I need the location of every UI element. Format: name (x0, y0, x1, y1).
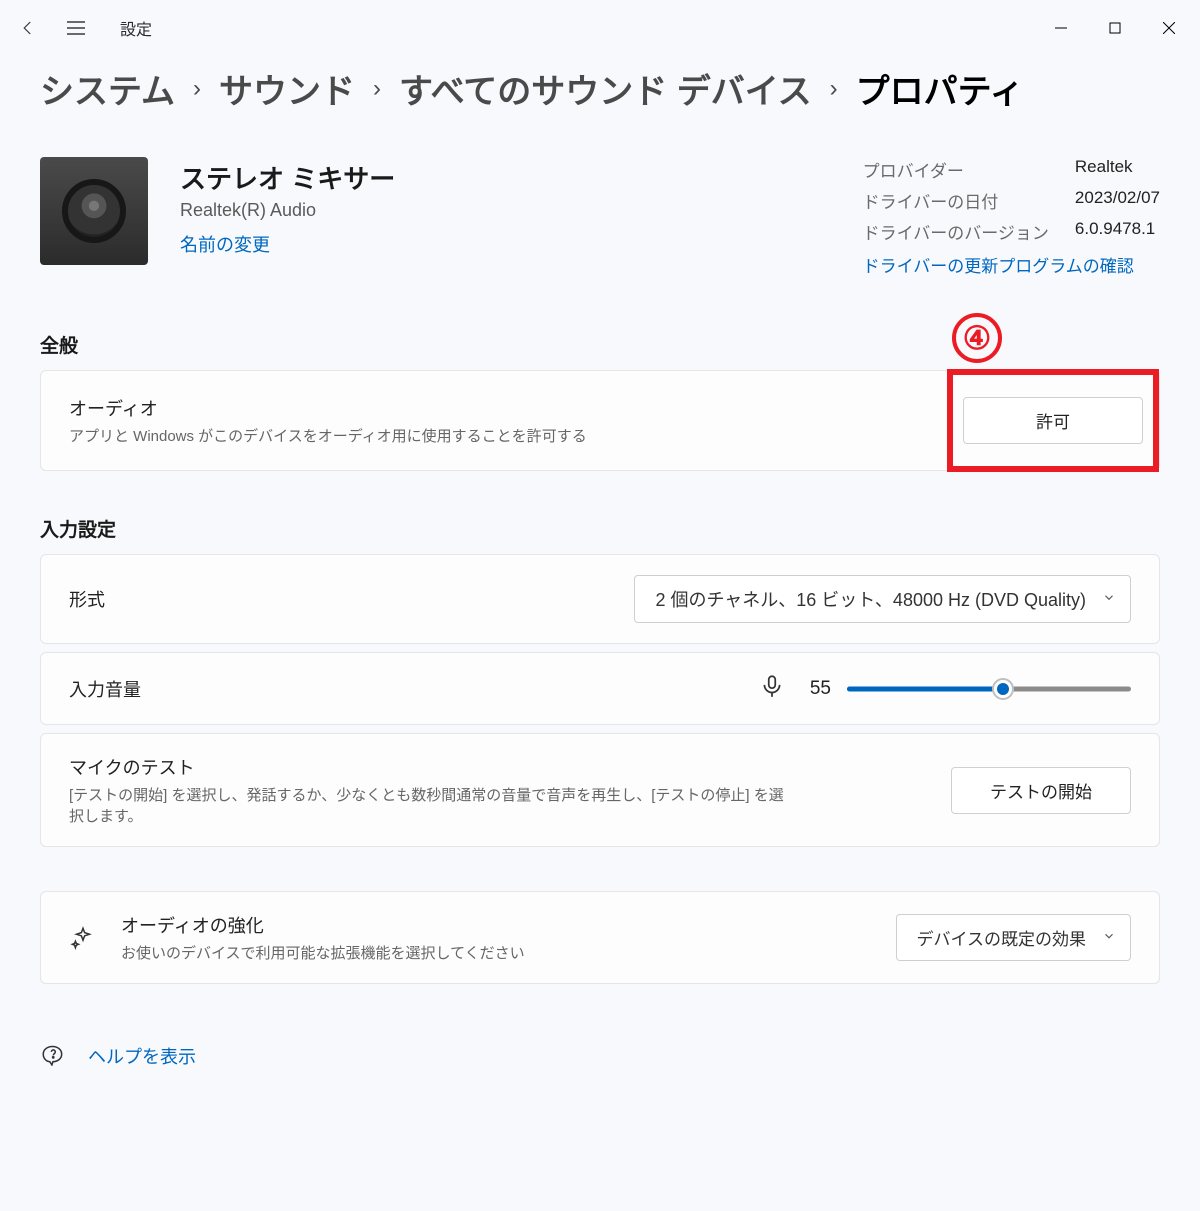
breadcrumb-all-devices[interactable]: すべてのサウンド デバイス (399, 64, 812, 113)
audio-enhance-card: オーディオの強化 お使いのデバイスで利用可能な拡張機能を選択してください デバイ… (40, 891, 1160, 984)
breadcrumb: システム › サウンド › すべてのサウンド デバイス › プロパティ (40, 64, 1160, 113)
audio-enhance-selected: デバイスの既定の効果 (917, 930, 1087, 949)
audio-enhance-desc: お使いのデバイスで利用可能な拡張機能を選択してください (121, 942, 872, 963)
annotation-highlight-box: 許可 (947, 369, 1159, 472)
minimize-button[interactable] (1034, 4, 1088, 52)
format-select[interactable]: 2 個のチャネル、16 ビット、48000 Hz (DVD Quality) (634, 575, 1131, 623)
mic-test-title: マイクのテスト (69, 754, 927, 780)
chevron-right-icon: › (193, 75, 201, 103)
help-link[interactable]: ヘルプを表示 (88, 1043, 196, 1069)
menu-button[interactable] (52, 4, 100, 52)
input-volume-card: 入力音量 55 (40, 652, 1160, 725)
chevron-right-icon: › (373, 75, 381, 103)
input-volume-title: 入力音量 (69, 676, 735, 702)
maximize-button[interactable] (1088, 4, 1142, 52)
driver-info: プロバイダー Realtek ドライバーの日付 2023/02/07 ドライバー… (863, 157, 1160, 277)
driver-provider-value: Realtek (1075, 157, 1160, 182)
audio-enhance-title: オーディオの強化 (121, 912, 872, 938)
audio-allow-card: オーディオ アプリと Windows がこのデバイスをオーディオ用に使用すること… (40, 370, 1160, 471)
section-input-settings: 入力設定 (40, 515, 1160, 542)
mic-test-card: マイクのテスト [テストの開始] を選択し、発話するか、少なくとも数秒間通常の音… (40, 733, 1160, 847)
breadcrumb-sound[interactable]: サウンド (219, 64, 355, 113)
input-volume-value: 55 (801, 678, 831, 700)
driver-date-label: ドライバーの日付 (863, 188, 1049, 213)
audio-card-title: オーディオ (69, 395, 933, 421)
format-card: 形式 2 個のチャネル、16 ビット、48000 Hz (DVD Quality… (40, 554, 1160, 644)
device-subtitle: Realtek(R) Audio (180, 200, 863, 221)
start-test-button[interactable]: テストの開始 (951, 767, 1131, 814)
format-title: 形式 (69, 586, 610, 612)
window-controls (1034, 4, 1196, 52)
device-speaker-icon (40, 157, 148, 265)
driver-version-label: ドライバーのバージョン (863, 219, 1049, 244)
window-title: 設定 (120, 16, 152, 40)
rename-link[interactable]: 名前の変更 (180, 231, 863, 257)
driver-date-value: 2023/02/07 (1075, 188, 1160, 213)
help-icon (40, 1040, 66, 1071)
driver-update-link[interactable]: ドライバーの更新プログラムの確認 (863, 252, 1160, 277)
chevron-down-icon (1102, 589, 1116, 610)
allow-button[interactable]: 許可 (963, 397, 1143, 444)
chevron-right-icon: › (830, 75, 838, 103)
device-name: ステレオ ミキサー (180, 159, 863, 196)
back-button[interactable] (4, 4, 52, 52)
device-header: ステレオ ミキサー Realtek(R) Audio 名前の変更 プロバイダー … (40, 157, 1160, 277)
driver-provider-label: プロバイダー (863, 157, 1049, 182)
input-volume-slider[interactable] (847, 677, 1131, 701)
chevron-down-icon (1102, 928, 1116, 948)
audio-card-desc: アプリと Windows がこのデバイスをオーディオ用に使用することを許可する (69, 425, 933, 446)
annotation-step-4: ④ (952, 313, 1002, 363)
close-button[interactable] (1142, 4, 1196, 52)
mic-test-desc: [テストの開始] を選択し、発話するか、少なくとも数秒間通常の音量で音声を再生し… (69, 784, 789, 826)
titlebar: 設定 (0, 0, 1200, 56)
sparkle-icon (69, 924, 97, 952)
breadcrumb-system[interactable]: システム (40, 64, 175, 113)
format-selected-value: 2 個のチャネル、16 ビット、48000 Hz (DVD Quality) (655, 590, 1086, 610)
breadcrumb-properties: プロパティ (856, 64, 1024, 113)
microphone-icon (759, 673, 785, 704)
audio-enhance-select[interactable]: デバイスの既定の効果 (896, 914, 1132, 961)
driver-version-value: 6.0.9478.1 (1075, 219, 1160, 244)
